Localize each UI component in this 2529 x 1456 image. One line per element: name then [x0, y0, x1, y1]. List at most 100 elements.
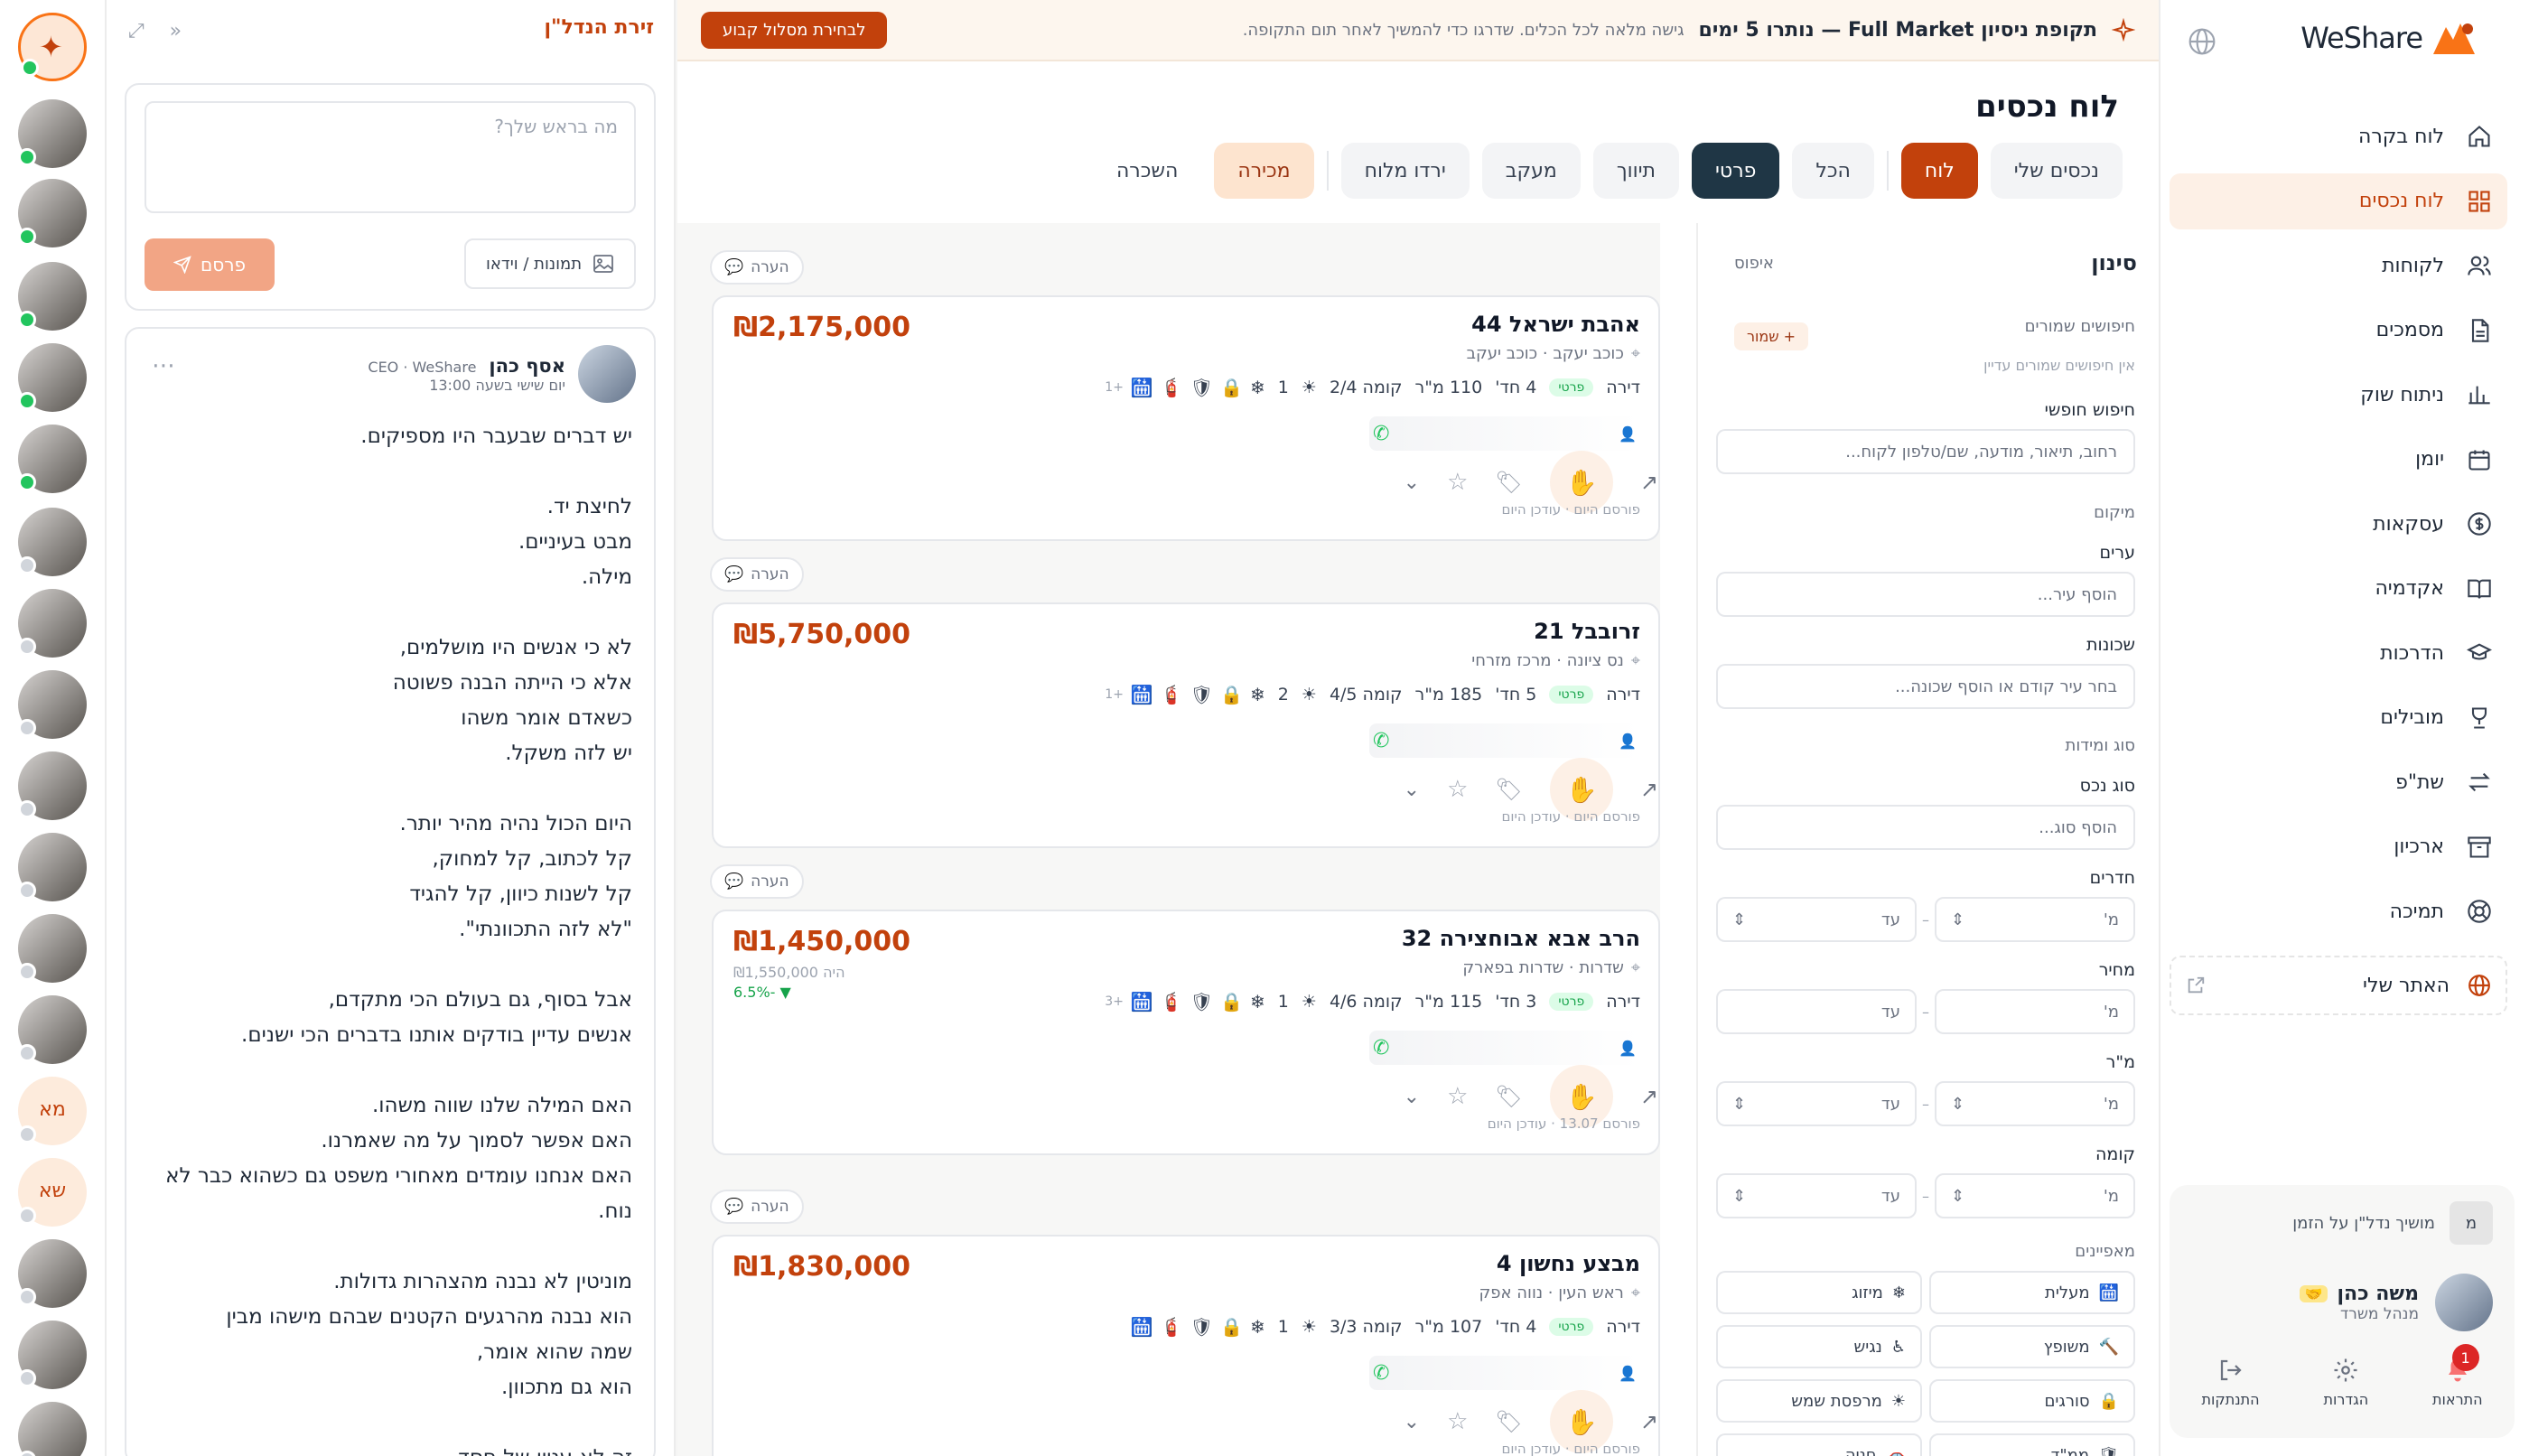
nav-item-5[interactable]: יומן [2170, 432, 2507, 488]
contact-avatar[interactable] [18, 1321, 87, 1389]
contact-avatar[interactable] [18, 751, 87, 820]
globe-icon[interactable] [2188, 27, 2216, 56]
whatsapp-icon[interactable]: ✆ [1373, 730, 1389, 752]
contact-avatar[interactable] [18, 833, 87, 901]
nav-item-4[interactable]: ניתוח שוק [2170, 367, 2507, 423]
nav-item-6[interactable]: עסקאות [2170, 496, 2507, 552]
note-button[interactable]: הערה 💬 [710, 864, 804, 899]
chevron-down-icon[interactable]: ⌄ [1404, 1086, 1420, 1108]
listing-card[interactable]: הרב אבא אבוחצירה 32 ⌖ שדרות · שדרות בפארק… [712, 910, 1660, 1155]
contact-avatar[interactable] [18, 670, 87, 739]
contact-avatar[interactable] [18, 179, 87, 247]
sqm-min-input[interactable]: מ' ⇕ [1935, 1081, 2135, 1126]
feature-chip[interactable]: ❄ מיזוג [1716, 1271, 1922, 1314]
tag-icon[interactable]: 🏷 [1495, 1409, 1522, 1434]
contact-avatar[interactable] [18, 1239, 87, 1308]
tab-all[interactable]: הכל [1792, 143, 1874, 199]
feature-chip[interactable]: 🛗 מעלית [1929, 1271, 2135, 1314]
tag-icon[interactable]: 🏷 [1495, 470, 1522, 495]
contact-row[interactable]: 👤 ✆ [1369, 1031, 1640, 1065]
external-link-icon[interactable]: ↗ [1640, 1409, 1658, 1434]
note-button[interactable]: הערה 💬 [710, 557, 804, 592]
chevron-down-icon[interactable]: ⌄ [1404, 471, 1420, 494]
contact-row[interactable]: 👤 ✆ [1369, 723, 1640, 758]
contact-avatar[interactable] [18, 262, 87, 331]
media-button[interactable]: תמונות / וידאו [464, 238, 636, 289]
chevron-down-icon[interactable]: ⌄ [1404, 779, 1420, 801]
price-max-input[interactable]: עד [1716, 989, 1917, 1034]
contact-row[interactable]: 👤 ✆ [1369, 416, 1640, 451]
contact-avatar[interactable] [18, 99, 87, 168]
reset-filters-button[interactable]: איפוס [1734, 254, 1774, 273]
nav-item-8[interactable]: הדרכות [2170, 625, 2507, 681]
nav-item-3[interactable]: מסמכים [2170, 303, 2507, 359]
contact-avatar[interactable] [18, 425, 87, 493]
sqm-max-input[interactable]: עד ⇕ [1716, 1081, 1917, 1126]
property-type-input[interactable]: הוסף סוג... [1716, 805, 2135, 850]
floor-min-input[interactable]: מ' ⇕ [1935, 1173, 2135, 1218]
my-site-link[interactable]: האתר שלי [2170, 956, 2507, 1015]
floor-max-input[interactable]: עד ⇕ [1716, 1173, 1917, 1218]
contact-row[interactable]: 👤 ✆ [1369, 1356, 1640, 1390]
tab-brokerage[interactable]: תיווך [1592, 143, 1680, 199]
star-icon[interactable]: ☆ [1447, 469, 1468, 496]
listing-card[interactable]: זרובבל 21 ⌖ נס ציונה · מרכז מזרחי ₪5,750,… [712, 602, 1660, 848]
tab-removed[interactable]: ירדו מלוח [1340, 143, 1470, 199]
nav-item-0[interactable]: לוח בקרה [2170, 108, 2507, 164]
notifications-button[interactable]: 1 התראות [2432, 1344, 2483, 1408]
weshare-logo[interactable]: WeShare [2300, 18, 2480, 58]
author-avatar[interactable] [578, 345, 636, 403]
contact-avatar[interactable] [18, 914, 87, 983]
contact-avatar[interactable] [18, 1402, 87, 1456]
external-link-icon[interactable]: ↗ [1640, 1084, 1658, 1109]
feature-chip[interactable]: ♿ נגיש [1716, 1325, 1922, 1368]
contact-avatar[interactable]: שא [18, 1158, 87, 1227]
nav-item-11[interactable]: ארכיון [2170, 819, 2507, 875]
listing-card[interactable]: מבצע נחשון 4 ⌖ ראש העין · נווה אפק ₪1,830… [712, 1235, 1660, 1456]
user-profile[interactable]: משה כהן 🤝 מנהל משרד [2299, 1274, 2493, 1331]
feature-chip[interactable]: 🛡 ממ"ד [1929, 1433, 2135, 1456]
logout-button[interactable]: התנתקות [2201, 1357, 2260, 1408]
whatsapp-icon[interactable]: ✆ [1373, 1037, 1389, 1059]
expand-icon[interactable]: ⤢ [128, 20, 145, 42]
post-author[interactable]: אסף כהן [489, 355, 565, 377]
contact-avatar[interactable]: מא [18, 1077, 87, 1145]
tab-private[interactable]: פרטי [1692, 143, 1780, 199]
sync-status[interactable]: מ מושיך נדל"ן על הזמן [2292, 1201, 2493, 1245]
rooms-max-input[interactable]: עד ⇕ [1716, 897, 1917, 942]
chevron-down-icon[interactable]: ⌄ [1404, 1411, 1420, 1433]
publish-button[interactable]: פרסם [145, 238, 275, 291]
contact-avatar[interactable] [18, 995, 87, 1064]
contact-avatar[interactable] [18, 343, 87, 412]
note-button[interactable]: הערה 💬 [710, 1190, 804, 1224]
tag-icon[interactable]: 🏷 [1495, 1084, 1522, 1109]
collapse-icon[interactable]: « [170, 20, 182, 42]
tab-my-properties[interactable]: נכסים שלי [1990, 143, 2123, 199]
feature-chip[interactable]: 🚗 חניה [1716, 1433, 1922, 1456]
tab-board[interactable]: לוח [1900, 143, 1978, 199]
tab-sale[interactable]: מכירה [1214, 143, 1314, 199]
note-button[interactable]: הערה 💬 [710, 250, 804, 285]
contact-avatar[interactable] [18, 589, 87, 658]
external-link-icon[interactable]: ↗ [1640, 777, 1658, 802]
feature-chip[interactable]: 🔨 משופץ [1929, 1325, 2135, 1368]
nav-item-10[interactable]: שת"פ [2170, 754, 2507, 810]
choose-plan-button[interactable]: לבחירת מסלול קבוע [701, 11, 888, 49]
nav-item-1[interactable]: לוח נכסים [2170, 173, 2507, 229]
ai-assistant-button[interactable]: ✦ [18, 13, 87, 81]
post-input[interactable]: מה בראש שלך? [145, 101, 636, 213]
listing-card[interactable]: אהבת ישראל 44 ⌖ כוכב יעקב · כוכב יעקב ₪2,… [712, 295, 1660, 541]
star-icon[interactable]: ☆ [1447, 1408, 1468, 1435]
star-icon[interactable]: ☆ [1447, 1083, 1468, 1110]
contact-avatar[interactable] [18, 508, 87, 576]
tab-rent[interactable]: השכרה [1093, 143, 1201, 199]
tag-icon[interactable]: 🏷 [1495, 777, 1522, 802]
rooms-min-input[interactable]: מ' ⇕ [1935, 897, 2135, 942]
cities-input[interactable]: הוסף עיר... [1716, 572, 2135, 617]
free-search-input[interactable]: רחוב, תיאור, מודעה, שם/טלפון לקוח... [1716, 429, 2135, 474]
more-options-icon[interactable]: ⋯ [152, 352, 175, 379]
settings-button[interactable]: הגדרות [2323, 1357, 2368, 1408]
feature-chip[interactable]: 🔒 סורגים [1929, 1379, 2135, 1423]
price-min-input[interactable]: מ' [1935, 989, 2135, 1034]
star-icon[interactable]: ☆ [1447, 776, 1468, 803]
